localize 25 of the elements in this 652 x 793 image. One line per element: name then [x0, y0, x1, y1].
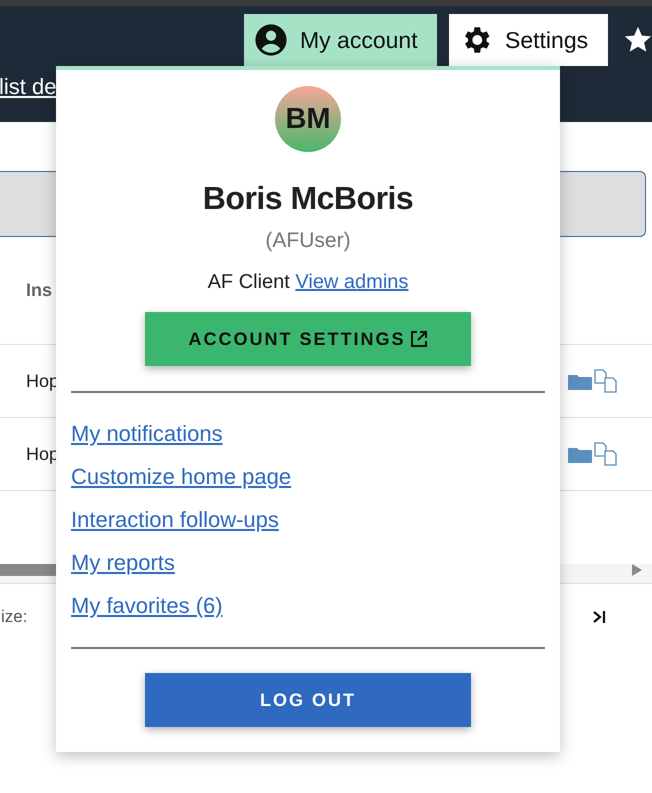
account-icon	[254, 23, 288, 57]
external-link-icon	[410, 330, 428, 348]
menu-link[interactable]: My notifications	[71, 420, 223, 448]
menu-link[interactable]: My reports	[71, 549, 175, 577]
scroll-right-icon[interactable]	[630, 564, 642, 576]
column-header: Ins	[26, 280, 52, 301]
client-name: AF Client	[208, 271, 290, 293]
account-settings-button[interactable]: ACCOUNT SETTINGS	[145, 312, 471, 366]
menu-link[interactable]: Customize home page	[71, 463, 292, 491]
user-name: Boris McBoris	[202, 180, 414, 217]
nav-tab[interactable]: Settings	[449, 14, 608, 66]
copy-icon[interactable]	[594, 442, 618, 466]
folder-icon[interactable]	[568, 372, 592, 390]
log-out-button[interactable]: LOG OUT	[145, 673, 471, 727]
user-role: (AFUser)	[265, 229, 351, 253]
page-size-label: ize:	[1, 607, 28, 627]
view-admins-link[interactable]: View admins	[295, 271, 408, 293]
nav-tab[interactable]: My account	[244, 14, 437, 66]
copy-icon[interactable]	[594, 369, 618, 393]
folder-icon[interactable]	[568, 445, 592, 463]
page-link[interactable]: list de	[0, 74, 56, 100]
avatar: BM	[275, 86, 341, 152]
last-page-icon[interactable]	[592, 609, 608, 625]
menu-link[interactable]: My favorites (6)	[71, 592, 223, 620]
menu-link[interactable]: Interaction follow-ups	[71, 506, 279, 534]
